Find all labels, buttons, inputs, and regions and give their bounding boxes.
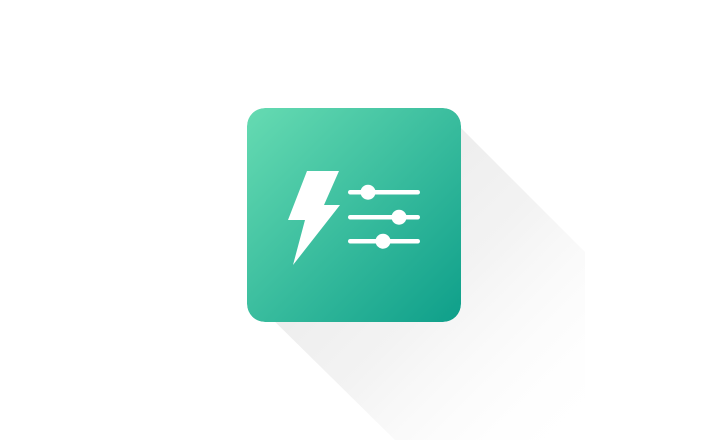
sliders-icon [348, 184, 420, 249]
canvas [0, 0, 726, 440]
app-icon-artwork [247, 108, 461, 322]
app-icon[interactable] [247, 108, 461, 322]
